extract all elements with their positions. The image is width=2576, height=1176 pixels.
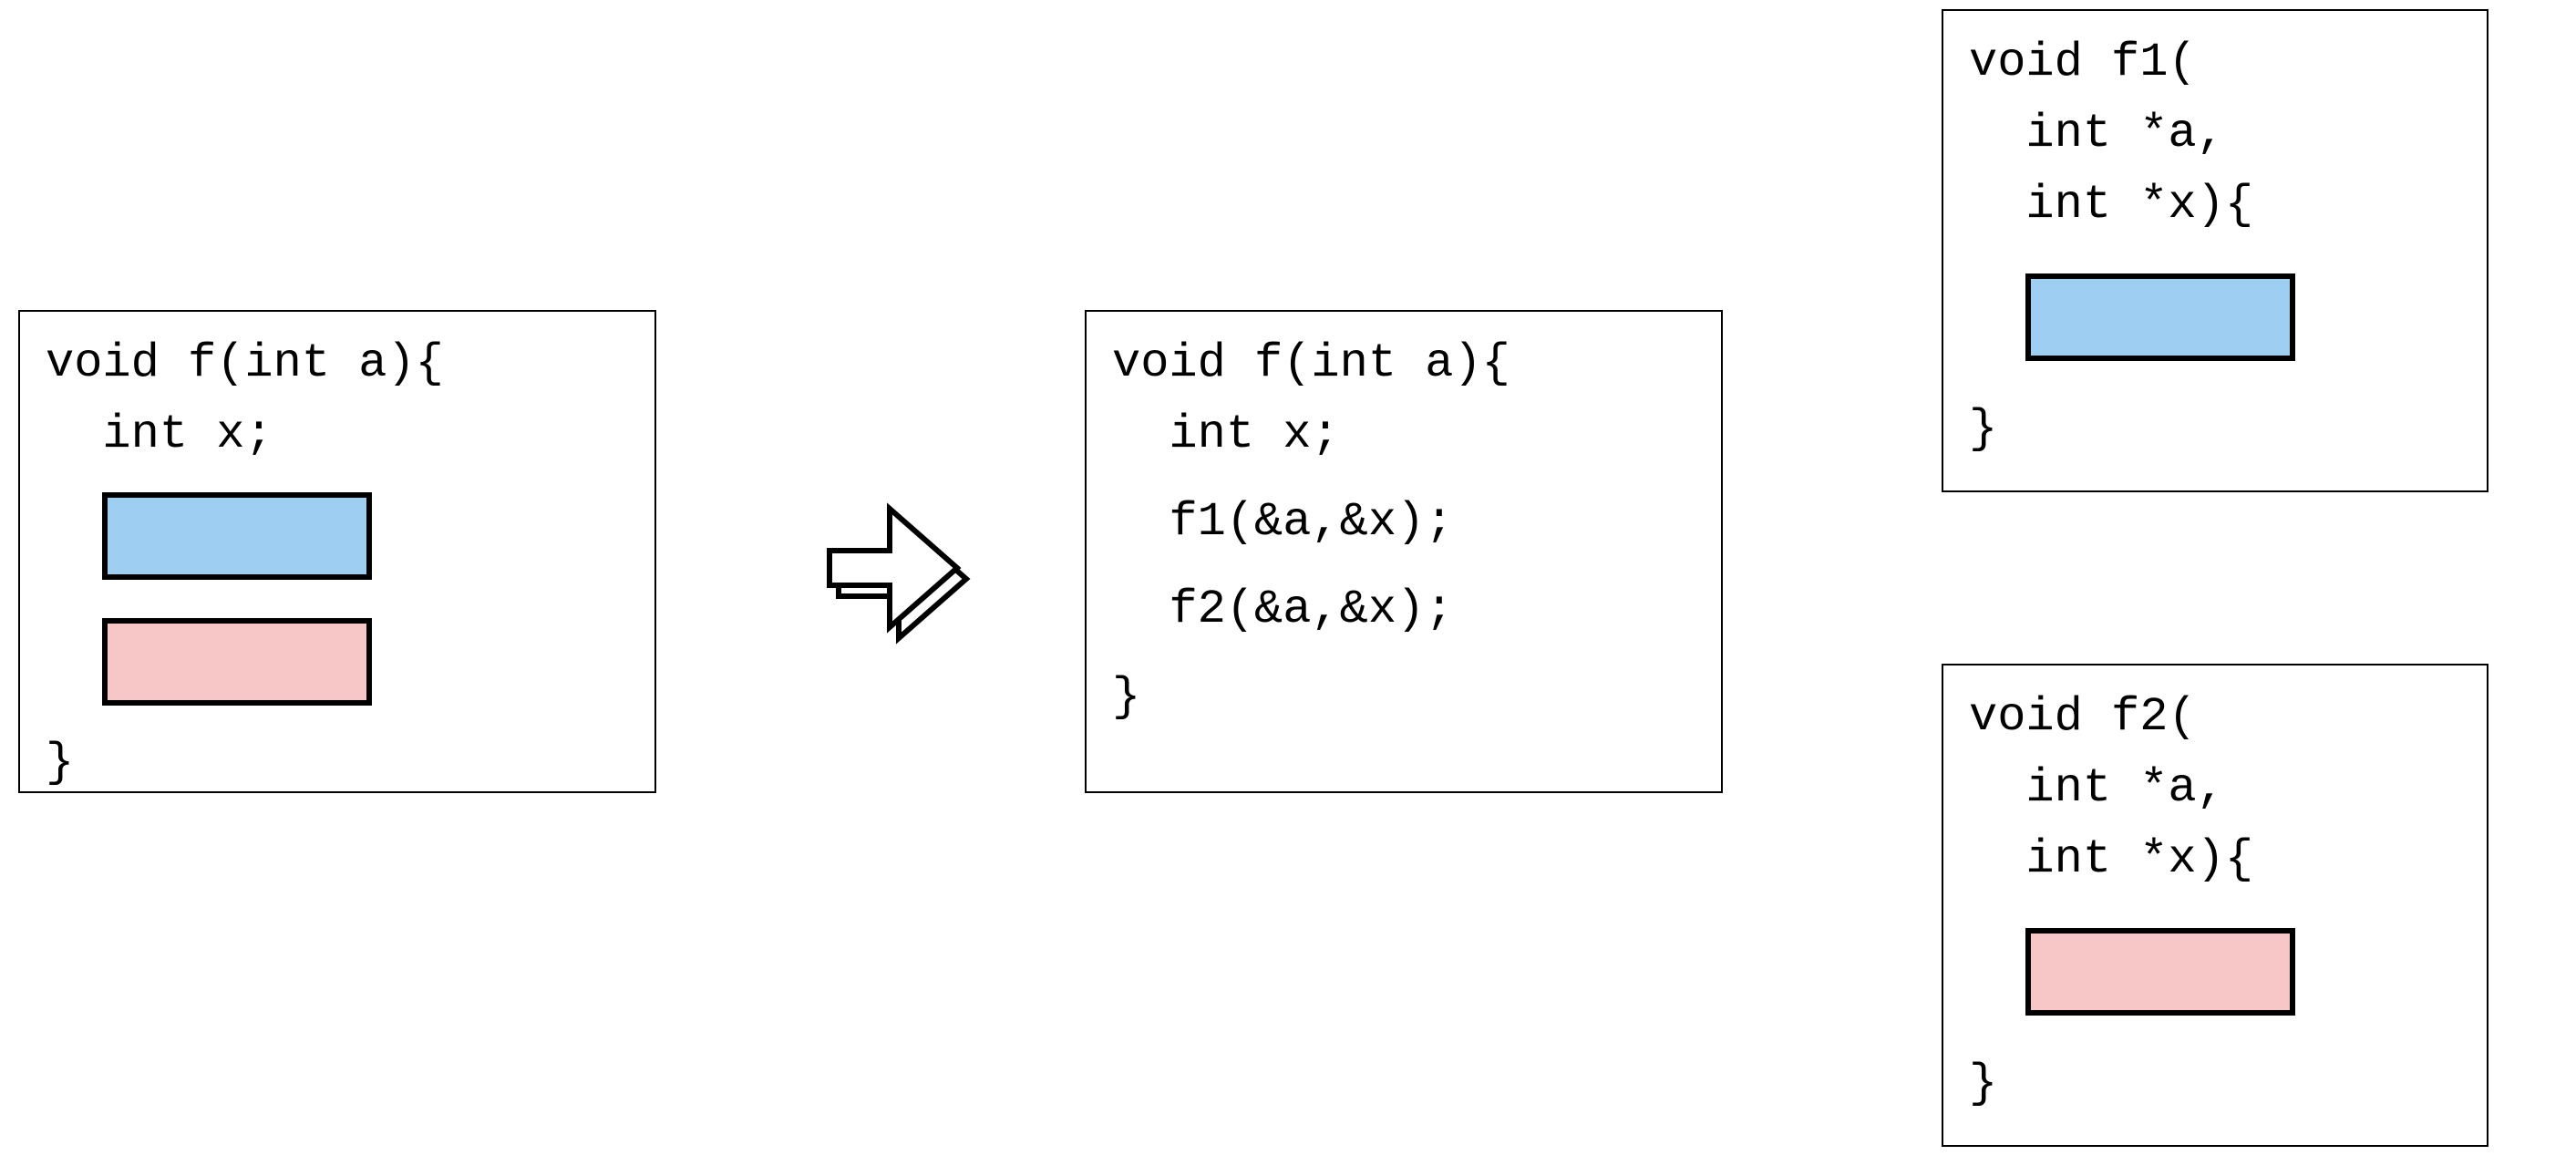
code-line: void f1( (1969, 27, 2461, 98)
code-line: f1(&a,&x); (1112, 487, 1695, 558)
code-line: int *a, (1969, 98, 2461, 170)
code-line: void f2( (1969, 682, 2461, 753)
code-line: void f(int a){ (46, 328, 629, 399)
code-line: int *a, (1969, 753, 2461, 824)
code-block-blue (102, 492, 372, 580)
code-block-pink (2025, 928, 2295, 1016)
code-line: int x; (1112, 399, 1695, 470)
code-block-pink (102, 618, 372, 706)
transform-arrow-icon (811, 492, 984, 665)
code-line: int x; (46, 399, 629, 470)
panel-function-f1: void f1( int *a, int *x){ } (1942, 9, 2488, 492)
code-line: int *x){ (1969, 170, 2461, 241)
code-line: void f(int a){ (1112, 328, 1695, 399)
code-line: } (1969, 1048, 2461, 1119)
code-line: } (1112, 662, 1695, 733)
panel-function-f2: void f2( int *a, int *x){ } (1942, 664, 2488, 1147)
code-line: } (46, 727, 629, 799)
panel-transformed-function: void f(int a){ int x; f1(&a,&x); f2(&a,&… (1085, 310, 1723, 793)
panel-original-function: void f(int a){ int x; } (18, 310, 656, 793)
code-block-blue (2025, 273, 2295, 361)
code-line: int *x){ (1969, 824, 2461, 895)
code-line: } (1969, 394, 2461, 465)
code-line: f2(&a,&x); (1112, 574, 1695, 645)
